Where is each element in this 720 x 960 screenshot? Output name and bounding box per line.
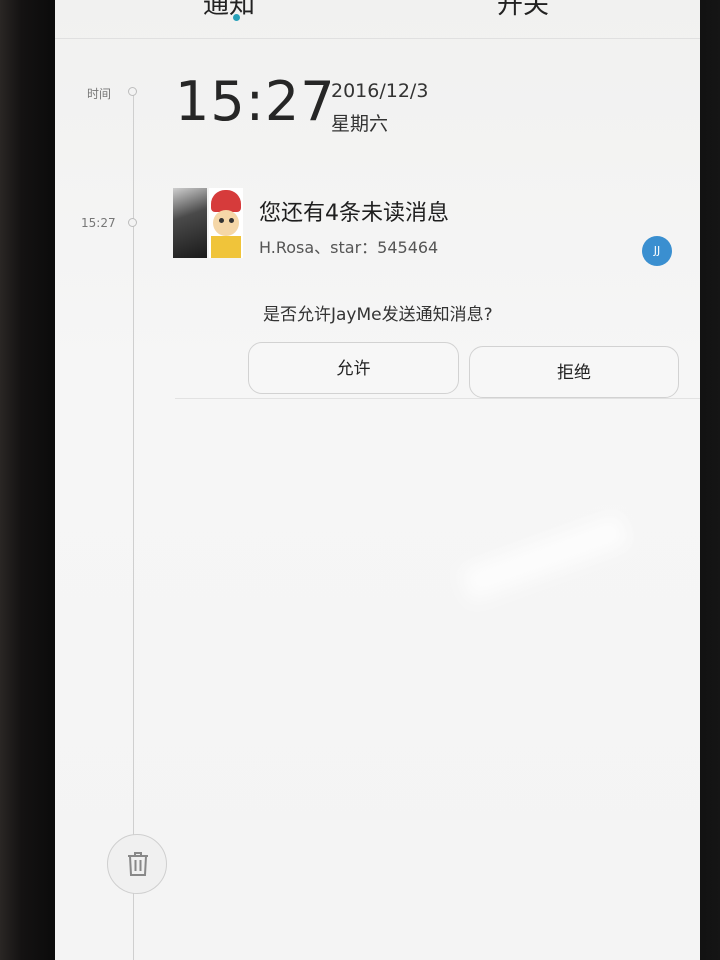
screen-glare — [459, 511, 631, 603]
deny-button[interactable]: 拒绝 — [469, 346, 679, 398]
app-icon: JJ — [642, 236, 672, 266]
timeline-label-time: 时间 — [87, 87, 112, 101]
clock-weekday: 星期六 — [331, 113, 389, 135]
sender-avatars[interactable] — [173, 188, 243, 258]
permission-question: 是否允许JayMe发送通知消息? — [263, 305, 493, 325]
timeline-label-notif-time: 15:27 — [81, 216, 116, 230]
notification-title[interactable]: 您还有4条未读消息 — [259, 195, 449, 227]
notification-shade: 通知 开关 时间 15:27 15:27 2016/12/3 星期六 您还有4条… — [55, 0, 700, 960]
timeline-node — [128, 87, 137, 96]
active-tab-indicator — [233, 14, 240, 21]
tab-bar: 通知 开关 — [55, 0, 700, 39]
clock-date: 2016/12/3 — [331, 80, 429, 102]
clear-all-button[interactable] — [107, 834, 167, 894]
allow-button[interactable]: 允许 — [248, 342, 459, 394]
divider — [175, 398, 700, 399]
tab-switches[interactable]: 开关 — [497, 0, 549, 21]
trash-icon — [128, 852, 148, 876]
tab-notifications[interactable]: 通知 — [203, 0, 255, 21]
avatar-photo — [173, 188, 207, 258]
avatar-cartoon — [209, 188, 243, 258]
notification-subtitle[interactable]: H.Rosa、star：545464 — [259, 234, 438, 258]
timeline-node — [128, 218, 137, 227]
clock-time: 15:27 — [175, 70, 336, 133]
